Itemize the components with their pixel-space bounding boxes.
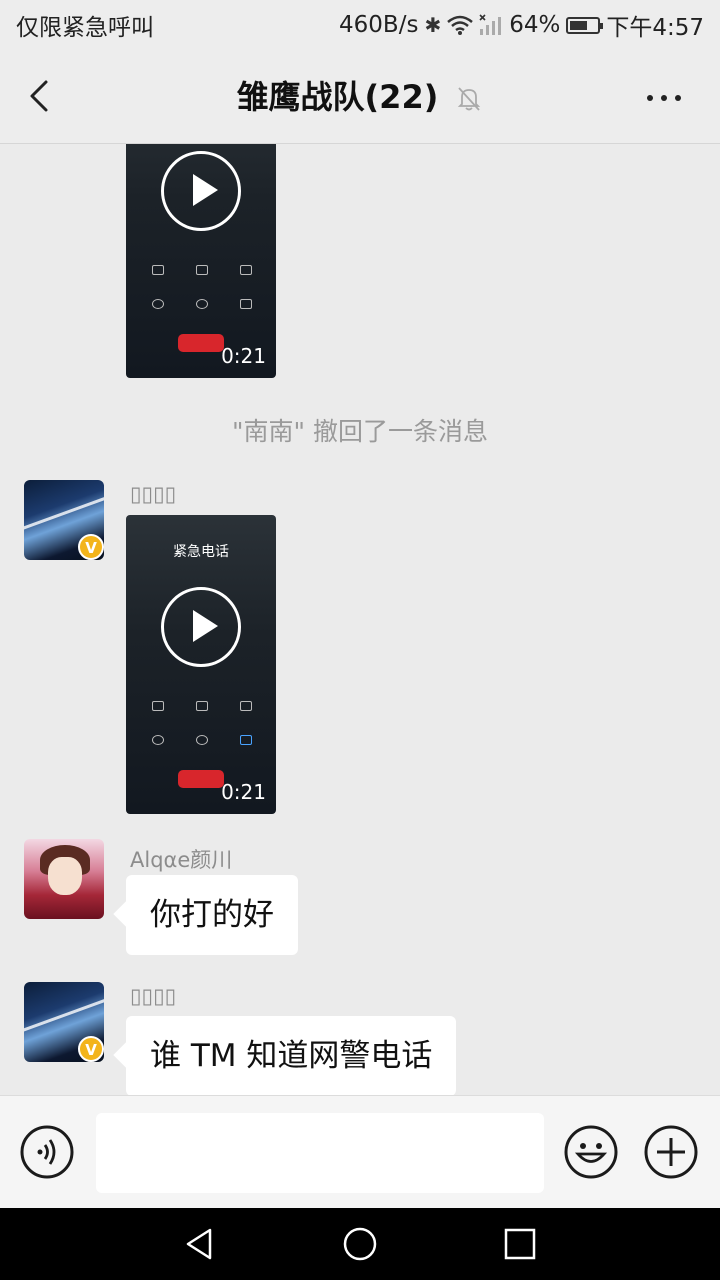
input-bar — [0, 1095, 720, 1208]
status-bar: 仅限紧急呼叫 460B/s ✱ 64% 下午4:57 — [0, 0, 720, 50]
nav-back-icon[interactable] — [182, 1226, 218, 1262]
sender-name: Alqαe颜川 — [130, 848, 233, 872]
nav-home-icon[interactable] — [342, 1226, 378, 1262]
sender-name: ▯▯▯▯ — [130, 984, 177, 1008]
recall-notice: "南南" 撤回了一条消息 — [232, 417, 488, 446]
chat-header: 雏鹰战队(22) — [0, 50, 720, 144]
hangup-icon — [178, 334, 224, 352]
muted-bell-icon — [458, 87, 481, 111]
wifi-icon — [447, 15, 474, 35]
battery-icon — [566, 16, 604, 34]
voice-input-icon[interactable] — [20, 1125, 74, 1179]
carrier-text: 仅限紧急呼叫 — [16, 15, 154, 41]
signal-icon — [479, 14, 502, 35]
video-message[interactable]: 紧急电话 0:21 — [126, 515, 276, 814]
call-controls-graphic — [140, 265, 262, 335]
group-title: 雏鹰战队(22) — [236, 78, 439, 116]
avatar[interactable] — [24, 839, 104, 919]
avatar[interactable]: V — [24, 480, 104, 560]
nav-recents-icon[interactable] — [502, 1226, 538, 1262]
video-call-title: 紧急电话 — [173, 544, 229, 560]
avatar[interactable]: V — [24, 982, 104, 1062]
battery-percent: 64% — [509, 12, 561, 38]
video-duration: 0:21 — [221, 344, 266, 368]
text-message-bubble[interactable]: 谁 TM 知道网警电话 — [126, 1016, 457, 1095]
call-controls-graphic — [140, 701, 262, 771]
sender-name: ▯▯▯▯ — [130, 482, 177, 506]
message-input[interactable] — [96, 1113, 544, 1193]
verified-badge-icon: V — [78, 534, 104, 560]
video-status-strip — [130, 518, 272, 526]
status-indicators: 460B/s ✱ 64% 下午4:57 — [339, 8, 704, 42]
video-message[interactable]: 0:21 — [126, 144, 276, 378]
system-nav-bar — [0, 1208, 720, 1280]
chat-area[interactable]: 0:21 "南南" 撤回了一条消息 V ▯▯▯▯ 紧急电话 0:21 Alqαe… — [0, 144, 720, 1095]
plus-icon[interactable] — [644, 1125, 698, 1179]
verified-badge-icon: V — [78, 1036, 104, 1062]
network-speed: 460B/s — [339, 12, 419, 38]
emoji-icon[interactable] — [564, 1125, 618, 1179]
video-duration: 0:21 — [221, 780, 266, 804]
play-icon[interactable] — [161, 151, 241, 231]
bluetooth-icon: ✱ — [424, 13, 442, 37]
more-options-icon[interactable] — [644, 88, 684, 108]
hangup-icon — [178, 770, 224, 788]
title-area: 雏鹰战队(22) — [0, 72, 720, 118]
play-icon[interactable] — [161, 587, 241, 667]
clock: 下午4:57 — [606, 15, 704, 41]
text-message-bubble[interactable]: 你打的好 — [126, 875, 298, 955]
